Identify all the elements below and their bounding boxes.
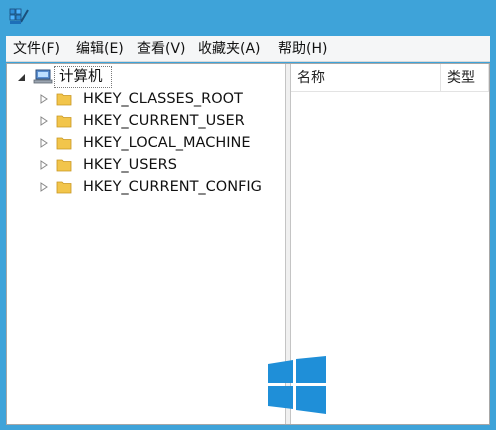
tree-node-label: HKEY_CLASSES_ROOT (83, 91, 243, 107)
tree-node-hklm[interactable]: HKEY_LOCAL_MACHINE (40, 133, 280, 153)
column-header-type[interactable]: 类型 (441, 64, 489, 92)
folder-icon (56, 93, 72, 106)
folder-icon (56, 137, 72, 150)
folder-icon (56, 159, 72, 172)
windows-logo-icon (268, 356, 326, 414)
column-header-name[interactable]: 名称 (291, 64, 441, 92)
tree-node-label: HKEY_LOCAL_MACHINE (83, 135, 251, 151)
tree-node-hku[interactable]: HKEY_USERS (40, 155, 280, 175)
triangle-down-icon[interactable] (17, 73, 26, 82)
tree-node-hkcc[interactable]: HKEY_CURRENT_CONFIG (40, 177, 280, 197)
menu-view[interactable]: 查看(V) (137, 39, 186, 59)
computer-icon (33, 69, 53, 84)
triangle-right-icon[interactable] (40, 138, 48, 148)
tree-pane[interactable]: 计算机 HKEY_CLASSES_ROOT HKEY_CURRENT_USER … (7, 64, 285, 424)
watermark: Win10 之家 www.win10xitong.com (262, 356, 496, 430)
tree-node-hkcr[interactable]: HKEY_CLASSES_ROOT (40, 89, 280, 109)
triangle-right-icon[interactable] (40, 182, 48, 192)
triangle-right-icon[interactable] (40, 94, 48, 104)
title-bar[interactable] (0, 0, 496, 34)
tree-node-label: HKEY_USERS (83, 157, 177, 173)
folder-icon (56, 181, 72, 194)
menu-file[interactable]: 文件(F) (13, 39, 60, 59)
tree-node-label: HKEY_CURRENT_CONFIG (83, 179, 262, 195)
tree-node-label: HKEY_CURRENT_USER (83, 113, 245, 129)
tree-node-computer[interactable]: 计算机 (17, 66, 147, 88)
menu-bar: 文件(F) 编辑(E) 查看(V) 收藏夹(A) 帮助(H) (6, 36, 490, 62)
regedit-window: 文件(F) 编辑(E) 查看(V) 收藏夹(A) 帮助(H) 计算机 HKEY_… (0, 0, 496, 430)
watermark-url: www.win10xitong.com (342, 396, 461, 410)
tree-node-label: 计算机 (59, 69, 103, 85)
menu-favorites[interactable]: 收藏夹(A) (198, 39, 261, 59)
folder-icon (56, 115, 72, 128)
menu-help[interactable]: 帮助(H) (278, 39, 327, 59)
menu-edit[interactable]: 编辑(E) (76, 39, 124, 59)
tree-node-hkcu[interactable]: HKEY_CURRENT_USER (40, 111, 280, 131)
triangle-right-icon[interactable] (40, 116, 48, 126)
regedit-icon (9, 8, 29, 24)
triangle-right-icon[interactable] (40, 160, 48, 170)
